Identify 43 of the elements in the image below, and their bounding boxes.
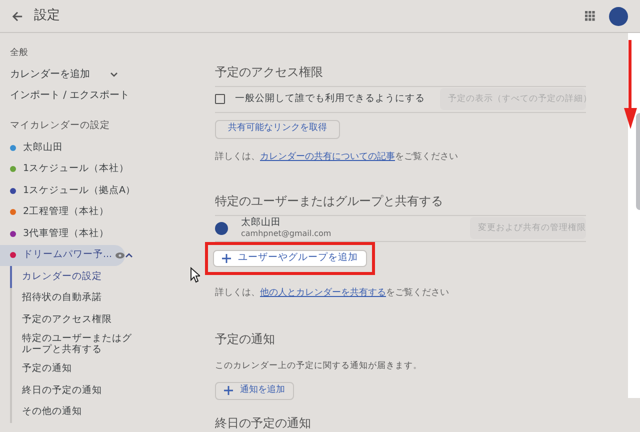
help-text: 詳しくは、カレンダーの共有についての記事をご覧ください: [215, 150, 459, 164]
eye-icon: [115, 252, 126, 259]
back-arrow-icon[interactable]: [12, 10, 23, 22]
chevron-down-icon[interactable]: [110, 72, 118, 77]
help-link[interactable]: 他の人とカレンダーを共有する: [260, 288, 386, 298]
plus-icon: [222, 254, 231, 263]
page-title: 設定: [34, 7, 60, 26]
plus-icon: [224, 386, 233, 396]
section-label: 全般: [9, 46, 29, 60]
sidebar-subitem[interactable]: カレンダーの設定: [10, 266, 135, 288]
sidebar-subitem[interactable]: 終日の予定の通知: [10, 380, 135, 402]
user-avatar: [215, 222, 228, 235]
section-heading: 予定のアクセス権限: [215, 63, 586, 87]
get-link-button[interactable]: 共有可能なリンクを取得: [215, 120, 340, 139]
scrollbar-thumb[interactable]: [636, 113, 640, 210]
section-heading: 終日の予定の通知: [215, 415, 312, 432]
apps-grid-icon[interactable]: [585, 11, 595, 21]
sidebar-subitem[interactable]: 予定のアクセス権限: [10, 309, 135, 330]
calendar-item[interactable]: 3代車管理（本社）: [0, 223, 125, 244]
sidebar-subitem[interactable]: その他の通知: [10, 401, 135, 423]
section-heading: 予定の通知: [215, 331, 276, 348]
calendar-item[interactable]: 太郎山田: [0, 137, 125, 158]
add-people-button[interactable]: ユーザーやグループを追加: [213, 250, 367, 267]
help-link[interactable]: カレンダーの共有についての記事: [260, 152, 395, 162]
section-description: このカレンダー上の予定に関する通知が届きます。: [215, 360, 423, 373]
chevron-up-icon[interactable]: [125, 252, 134, 258]
section-heading: 特定のユーザーまたはグループと共有する: [215, 192, 586, 216]
sidebar-subitem[interactable]: 特定のユーザーまたはグループと共有する: [10, 330, 135, 358]
mouse-cursor-icon: [190, 267, 200, 283]
public-checkbox[interactable]: [215, 94, 225, 104]
user-email: camhpnet@gmail.com: [241, 229, 332, 238]
checkbox-label: 一般公開して誰でも利用できるようにする: [235, 92, 425, 106]
section-label: マイカレンダーの設定: [9, 119, 111, 134]
help-text: 詳しくは、他の人とカレンダーを共有する をご覧ください: [215, 286, 450, 300]
calendar-item[interactable]: 1スケジュール（本社）: [0, 158, 125, 180]
calendar-item[interactable]: 2工程管理（本社）: [0, 202, 125, 223]
sidebar-subitem[interactable]: 予定の通知: [10, 358, 135, 380]
sidebar-subitem[interactable]: 招待状の自動承諾: [10, 288, 135, 309]
add-notification-button[interactable]: 通知を追加: [215, 382, 294, 400]
sidebar-item[interactable]: インポート / エクスポート: [0, 85, 128, 106]
account-avatar[interactable]: [609, 6, 628, 26]
sidebar-item[interactable]: カレンダーを追加: [0, 64, 128, 85]
user-name: 太郎山田: [241, 218, 282, 230]
